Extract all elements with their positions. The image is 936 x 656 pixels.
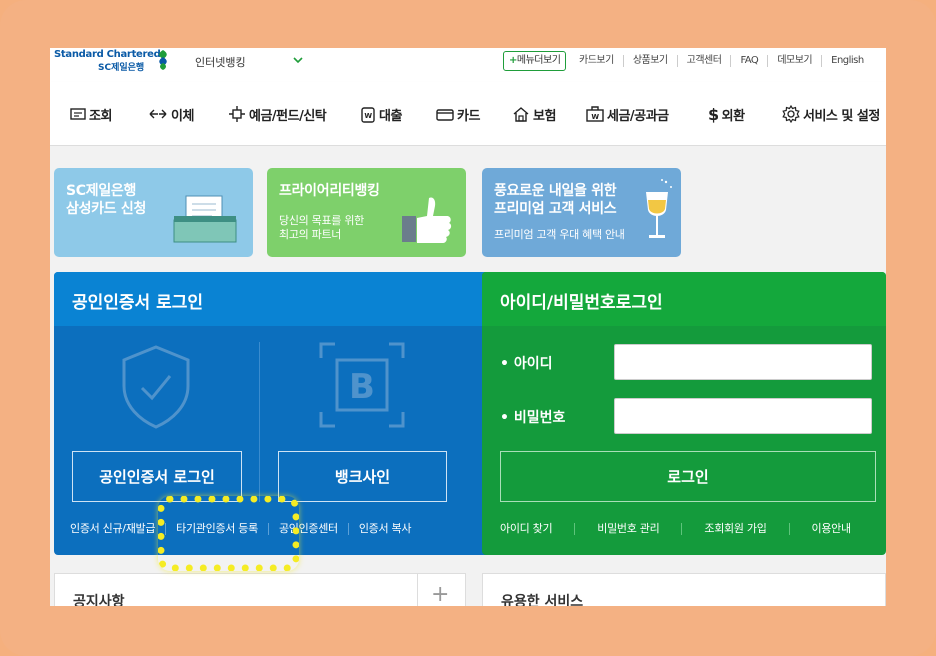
nav-item-transfer[interactable]: 이체 [148,103,194,125]
card-icon [436,109,454,121]
id-login-title: 아이디/비밀번호로그인 [500,293,663,313]
highlight-box [158,496,299,571]
nav-label: 예금/펀드/신탁 [249,108,327,124]
services-card: 유용한 서비스 [482,573,886,606]
main-nav: 조회 이체 예금/펀드/신탁 W 대출 카드 보험 W 세금/공과금 $ 외환 [50,82,886,146]
transfer-icon [149,109,167,119]
nav-label: 외환 [721,108,745,124]
banner-title-line1: SC제일은행 [66,183,137,199]
nav-label: 조회 [89,108,112,124]
banner-sub-line2: 최고의 파트너 [279,228,342,241]
top-link-products[interactable]: 상품보기 [622,55,677,67]
nav-item-forex[interactable]: $ 외환 [708,103,745,125]
banner-title-line1: 풍요로운 내일을 위한 [494,183,617,199]
banksign-button[interactable]: 뱅크사인 [278,451,447,502]
shield-check-icon [122,345,190,429]
id-links: 아이디 찾기 비밀번호 관리 조회회원 가입 이용안내 [500,523,873,535]
banner-premium-service[interactable]: 풍요로운 내일을 위한 프리미엄 고객 서비스 프리미엄 고객 우대 혜택 안내 [482,168,681,257]
banner-priority-banking[interactable]: 프라이어리티뱅킹 당신의 목표를 위한 최고의 파트너 [267,168,466,257]
id-label: • 아이디 [500,356,553,372]
notice-divider [417,574,418,606]
loan-icon: W [361,107,375,123]
banner-title-line2: 프리미엄 고객 서비스 [494,201,617,217]
cert-divider [259,342,260,502]
nav-label: 서비스 및 설정 [803,108,880,124]
menu-more-button[interactable]: +메뉴더보기 [503,51,567,71]
inquiry-icon [70,108,86,120]
nav-item-deposit[interactable]: 예금/펀드/신탁 [228,103,327,125]
cert-link-copy[interactable]: 인증서 복사 [347,523,421,535]
nav-label: 보험 [533,108,556,124]
nav-label: 세금/공과금 [607,108,669,124]
nav-item-insurance[interactable]: 보험 [512,103,556,125]
nav-label: 이체 [171,108,194,124]
service-select[interactable]: 인터넷뱅킹 [195,54,246,70]
notice-card: 공지사항 + [54,573,466,606]
insurance-icon [513,107,529,122]
nav-item-card[interactable]: 카드 [436,103,480,125]
top-link-customer-center[interactable]: 고객센터 [676,55,731,67]
id-link-password[interactable]: 비밀번호 관리 [574,523,681,535]
menu-more-label: 메뉴더보기 [516,55,561,66]
id-input[interactable] [614,344,872,380]
nav-label: 대출 [379,108,402,124]
thumbs-up-icon [402,197,452,243]
logo-text-korean: SC제일은행 [98,63,145,73]
banner-title-line1: 프라이어리티뱅킹 [279,183,380,199]
banksign-icon: B [319,342,405,428]
id-link-find-id[interactable]: 아이디 찾기 [500,523,574,535]
wine-glass-icon [646,179,672,238]
sc-logo[interactable]: Standard Chartered SC제일은행 [54,49,174,73]
id-link-guide[interactable]: 이용안내 [788,523,873,535]
banner-sub: 프리미엄 고객 우대 혜택 안내 [494,228,625,241]
cert-link-issue[interactable]: 인증서 신규/재발급 [70,523,165,535]
dollar-icon: $ [708,104,719,124]
plus-icon[interactable]: + [431,582,449,606]
top-links: 카드보기 상품보기 고객센터 FAQ 데모보기 English [570,55,873,67]
cert-login-button[interactable]: 공인인증서 로그인 [72,451,242,502]
card-reader-icon [173,195,237,243]
nav-item-tax[interactable]: W 세금/공과금 [586,103,669,125]
nav-label: 카드 [457,108,480,124]
deposit-icon [229,106,245,122]
gear-icon [782,105,800,123]
password-input[interactable] [614,398,872,434]
svg-text:W: W [591,113,599,121]
chevron-down-icon[interactable] [292,54,304,66]
password-label: • 비밀번호 [500,410,566,426]
cert-login-header: 공인인증서 로그인 [54,272,494,326]
nav-item-settings[interactable]: 서비스 및 설정 [782,103,880,125]
id-link-join[interactable]: 조회회원 가입 [681,523,788,535]
top-link-cards[interactable]: 카드보기 [570,55,623,67]
nav-item-inquiry[interactable]: 조회 [70,103,112,125]
plus-icon: + [509,55,517,66]
banner-title-line2: 삼성카드 신청 [66,201,147,217]
services-title: 유용한 서비스 [501,594,584,606]
top-bar: Standard Chartered SC제일은행 인터넷뱅킹 +메뉴더보기 카… [50,48,886,82]
top-link-faq[interactable]: FAQ [730,55,767,67]
id-login-panel: 아이디/비밀번호로그인 • 아이디 • 비밀번호 로그인 아이디 찾기 비밀번호… [482,272,886,555]
top-link-english[interactable]: English [821,55,873,67]
cert-login-title: 공인인증서 로그인 [72,293,204,313]
id-login-header: 아이디/비밀번호로그인 [482,272,886,326]
sc-logo-mark-icon [159,50,167,70]
notice-title: 공지사항 [73,594,125,606]
logo-text-english: Standard Chartered [54,49,161,60]
tax-icon: W [586,106,604,122]
banner-sub-line1: 당신의 목표를 위한 [279,214,364,227]
id-login-button[interactable]: 로그인 [500,451,876,502]
svg-text:W: W [364,112,372,120]
top-link-demo[interactable]: 데모보기 [767,55,821,67]
svg-text:B: B [349,367,375,407]
banner-samsung-card[interactable]: SC제일은행 삼성카드 신청 [54,168,253,257]
nav-item-loan[interactable]: W 대출 [360,103,402,125]
